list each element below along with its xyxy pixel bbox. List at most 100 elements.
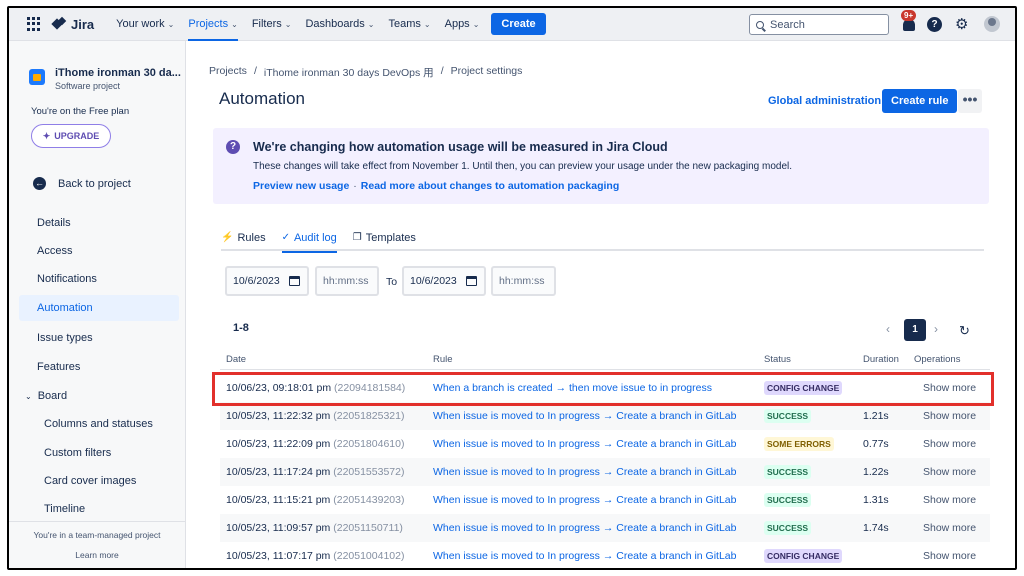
- column-header-rule: Rule: [433, 354, 453, 365]
- create-button[interactable]: Create: [491, 13, 546, 35]
- global-administration-link[interactable]: Global administration: [768, 95, 881, 107]
- sidebar-item-automation[interactable]: Automation: [19, 295, 179, 321]
- sidebar-item-timeline[interactable]: Timeline: [9, 496, 179, 522]
- breadcrumb-project[interactable]: iThome ironman 30 days DevOps 用: [264, 65, 434, 80]
- notification-badge: 9+: [901, 10, 917, 21]
- breadcrumb: Projects / iThome ironman 30 days DevOps …: [209, 65, 523, 80]
- pagination-current-page[interactable]: 1: [904, 319, 926, 341]
- column-header-status: Status: [764, 354, 791, 365]
- pagination-next-button[interactable]: ›: [934, 322, 938, 336]
- table-row[interactable]: 10/05/23, 11:17:24 pm (22051553572) When…: [220, 458, 990, 486]
- app-window: Jira Your work ⌄ Projects ⌄ Filters ⌄ Dashb…: [7, 6, 1017, 570]
- sidebar-item-custom-filters[interactable]: Custom filters: [9, 440, 179, 466]
- show-more-button[interactable]: Show more: [923, 410, 976, 422]
- sidebar-item-details[interactable]: Details: [9, 210, 179, 236]
- calendar-icon[interactable]: [466, 276, 477, 286]
- nav-apps[interactable]: Apps ⌄: [445, 8, 480, 41]
- sidebar-item-notifications[interactable]: Notifications: [9, 266, 179, 292]
- learn-more-link[interactable]: Learn more: [9, 550, 185, 560]
- table-row[interactable]: 10/05/23, 11:15:21 pm (22051439203) When…: [220, 486, 990, 514]
- read-more-link[interactable]: Read more about changes to automation pa…: [361, 180, 619, 192]
- sidebar: iThome ironman 30 da... Software project…: [9, 41, 186, 568]
- row-duration: 0.77s: [863, 438, 889, 450]
- search-input[interactable]: Search: [749, 14, 889, 35]
- tab-audit-log[interactable]: ✓ Audit log: [281, 227, 337, 253]
- from-date-input[interactable]: 10/6/2023: [225, 266, 309, 296]
- column-header-operations: Operations: [914, 354, 961, 365]
- tab-rules[interactable]: ⚡ Rules: [221, 227, 266, 251]
- row-rule-link[interactable]: When issue is moved to In progress → Cre…: [433, 522, 736, 534]
- chevron-down-icon: ⌄: [472, 19, 480, 29]
- row-date: 10/05/23, 11:15:21 pm (22051439203): [226, 494, 405, 506]
- nav-your-work[interactable]: Your work ⌄: [116, 8, 174, 41]
- column-header-duration: Duration: [863, 354, 899, 365]
- upgrade-button[interactable]: ✦ UPGRADE: [31, 124, 111, 148]
- gear-icon[interactable]: ⚙: [955, 15, 968, 34]
- row-rule-link[interactable]: When issue is moved to In progress → Cre…: [433, 410, 736, 422]
- sidebar-item-access[interactable]: Access: [9, 238, 179, 264]
- search-icon: [756, 20, 764, 29]
- show-more-button[interactable]: Show more: [923, 522, 976, 534]
- banner-title: We're changing how automation usage will…: [253, 140, 668, 154]
- chevron-down-icon: ⌄: [367, 19, 375, 29]
- breadcrumb-settings[interactable]: Project settings: [451, 65, 523, 80]
- row-duration: 1.74s: [863, 522, 889, 534]
- to-date-input[interactable]: 10/6/2023: [402, 266, 486, 296]
- sidebar-item-columns-and-statuses[interactable]: Columns and statuses: [9, 411, 179, 437]
- to-label: To: [386, 276, 398, 288]
- sidebar-item-board[interactable]: ⌄ Board: [9, 383, 179, 409]
- project-name: iThome ironman 30 da...: [55, 67, 181, 79]
- highlight-box: [212, 372, 994, 406]
- status-badge: SUCCESS: [764, 409, 812, 423]
- top-navigation: Jira Your work ⌄ Projects ⌄ Filters ⌄ Dashb…: [9, 8, 1015, 41]
- to-time-input[interactable]: hh:mm:ss: [491, 266, 556, 296]
- row-duration: 1.22s: [863, 466, 889, 478]
- show-more-button[interactable]: Show more: [923, 438, 976, 450]
- show-more-button[interactable]: Show more: [923, 550, 976, 562]
- row-rule-link[interactable]: When issue is moved to In progress → Cre…: [433, 494, 736, 506]
- main-content: Projects / iThome ironman 30 days DevOps …: [186, 41, 1015, 568]
- status-badge: SUCCESS: [764, 521, 812, 535]
- app-switcher-icon[interactable]: [27, 17, 41, 31]
- row-rule-link[interactable]: When issue is moved to In progress → Cre…: [433, 466, 736, 478]
- tab-bar: ⚡ Rules ✓ Audit log ❐ Templates: [221, 227, 984, 253]
- pagination-prev-button[interactable]: ‹: [886, 322, 890, 336]
- tab-templates[interactable]: ❐ Templates: [353, 227, 416, 251]
- row-rule-link[interactable]: When issue is moved to In progress → Cre…: [433, 438, 736, 450]
- nav-filters[interactable]: Filters ⌄: [252, 8, 292, 41]
- row-rule-link[interactable]: When issue is moved to In progress → Cre…: [433, 550, 736, 562]
- chevron-down-icon: ⌄: [25, 391, 32, 401]
- question-icon: ?: [226, 140, 240, 154]
- sidebar-item-features[interactable]: Features: [9, 354, 179, 380]
- nav-dashboards[interactable]: Dashboards ⌄: [305, 8, 374, 41]
- table-row[interactable]: 10/05/23, 11:22:32 pm (22051825321) When…: [220, 402, 990, 430]
- help-icon[interactable]: ?: [927, 17, 942, 32]
- back-to-project-button[interactable]: ← Back to project: [33, 177, 131, 190]
- show-more-button[interactable]: Show more: [923, 494, 976, 506]
- table-row[interactable]: 10/05/23, 11:22:09 pm (22051804610) When…: [220, 430, 990, 458]
- table-row[interactable]: 10/05/23, 11:07:17 pm (22051004102) When…: [220, 542, 990, 568]
- breadcrumb-projects[interactable]: Projects: [209, 65, 247, 80]
- column-header-date: Date: [226, 354, 247, 365]
- avatar[interactable]: [984, 16, 1000, 32]
- jira-logo[interactable]: Jira: [53, 17, 94, 32]
- preview-usage-link[interactable]: Preview new usage: [253, 180, 349, 192]
- table-row[interactable]: 10/05/23, 11:09:57 pm (22051150711) When…: [220, 514, 990, 542]
- refresh-icon[interactable]: ↻: [959, 323, 970, 339]
- nav-teams[interactable]: Teams ⌄: [389, 8, 431, 41]
- template-icon: ❐: [352, 232, 362, 243]
- info-banner: ? We're changing how automation usage wi…: [213, 128, 989, 204]
- row-date: 10/05/23, 11:22:09 pm (22051804610): [226, 438, 405, 450]
- more-actions-button[interactable]: •••: [958, 89, 982, 113]
- project-header[interactable]: iThome ironman 30 da... Software project: [29, 67, 181, 91]
- create-rule-button[interactable]: Create rule: [882, 89, 958, 113]
- banner-links: Preview new usage · Read more about change…: [253, 180, 620, 192]
- sidebar-item-issue-types[interactable]: Issue types: [9, 325, 179, 351]
- from-time-input[interactable]: hh:mm:ss: [315, 266, 379, 296]
- show-more-button[interactable]: Show more: [923, 466, 976, 478]
- row-date: 10/05/23, 11:17:24 pm (22051553572): [226, 466, 405, 478]
- status-badge: SUCCESS: [764, 465, 812, 479]
- calendar-icon[interactable]: [289, 276, 300, 286]
- sidebar-item-card-cover-images[interactable]: Card cover images: [9, 468, 179, 494]
- nav-projects[interactable]: Projects ⌄: [188, 8, 238, 41]
